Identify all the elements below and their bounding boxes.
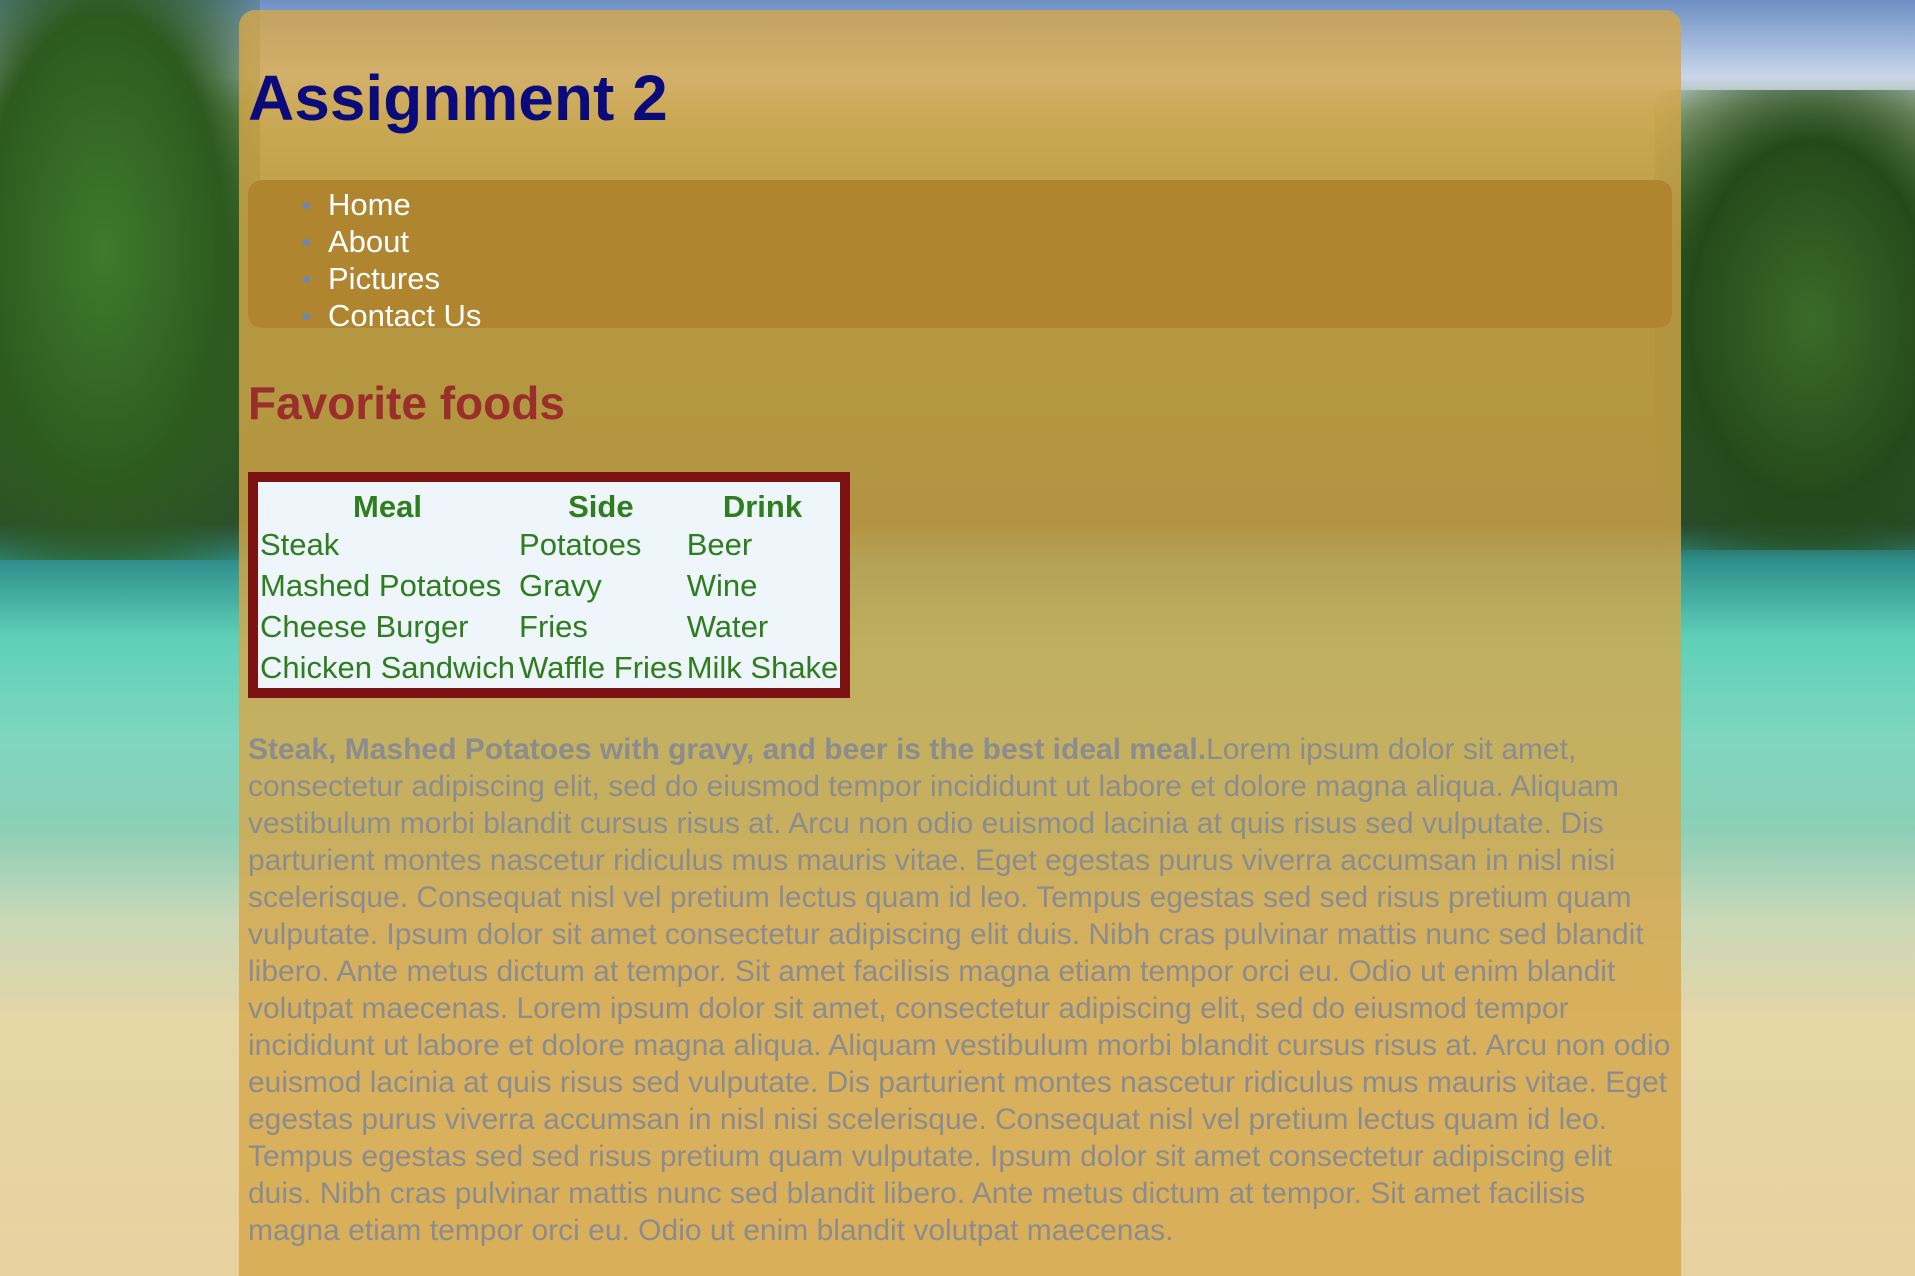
nav-item-home[interactable]: Home	[303, 186, 1672, 223]
favorite-foods-table: Meal Side Drink Steak Potatoes Beer Mash…	[248, 472, 851, 698]
paragraph-lead: Steak, Mashed Potatoes with gravy, and b…	[248, 733, 1207, 766]
table-cell-meal: Chicken Sandwich	[260, 650, 516, 685]
table-cell-side: Waffle Fries	[519, 650, 683, 685]
column-header-drink: Drink	[722, 489, 803, 524]
table-row: Cheese Burger Fries Water	[258, 606, 840, 647]
table-cell-meal: Cheese Burger	[260, 609, 469, 644]
table-cell-meal: Steak	[260, 527, 340, 562]
section-heading: Favorite foods	[248, 377, 565, 429]
nav-menu: Home About Pictures Contact Us	[248, 180, 1672, 333]
table-row: Steak Potatoes Beer	[258, 524, 840, 565]
table-cell-side: Potatoes	[519, 527, 642, 562]
table-cell-drink: Wine	[686, 568, 758, 603]
content-panel: Assignment 2 Home About Pictures Contact…	[239, 10, 1681, 1276]
page-title: Assignment 2	[248, 62, 668, 134]
table-cell-drink: Water	[686, 609, 769, 644]
background-cliff-right	[1655, 90, 1915, 550]
table-row: Mashed Potatoes Gravy Wine	[258, 565, 840, 606]
column-header-meal: Meal	[353, 489, 422, 524]
paragraph-body: Lorem ipsum dolor sit amet, consectetur …	[248, 733, 1671, 1247]
table-cell-meal: Mashed Potatoes	[260, 568, 502, 603]
table-cell-side: Gravy	[519, 568, 602, 603]
table-cell-drink: Beer	[686, 527, 753, 562]
background-cliff-left	[0, 0, 260, 560]
nav-item-pictures[interactable]: Pictures	[303, 260, 1672, 297]
description-paragraph: Steak, Mashed Potatoes with gravy, and b…	[248, 731, 1672, 1249]
nav-item-contact-us[interactable]: Contact Us	[303, 297, 1672, 334]
table-cell-side: Fries	[519, 609, 588, 644]
nav-item-about[interactable]: About	[303, 223, 1672, 260]
table-header-row: Meal Side Drink	[258, 482, 840, 524]
table-cell-drink: Milk Shake	[686, 650, 839, 685]
column-header-side: Side	[568, 489, 634, 524]
table-row: Chicken Sandwich Waffle Fries Milk Shake	[258, 647, 840, 688]
